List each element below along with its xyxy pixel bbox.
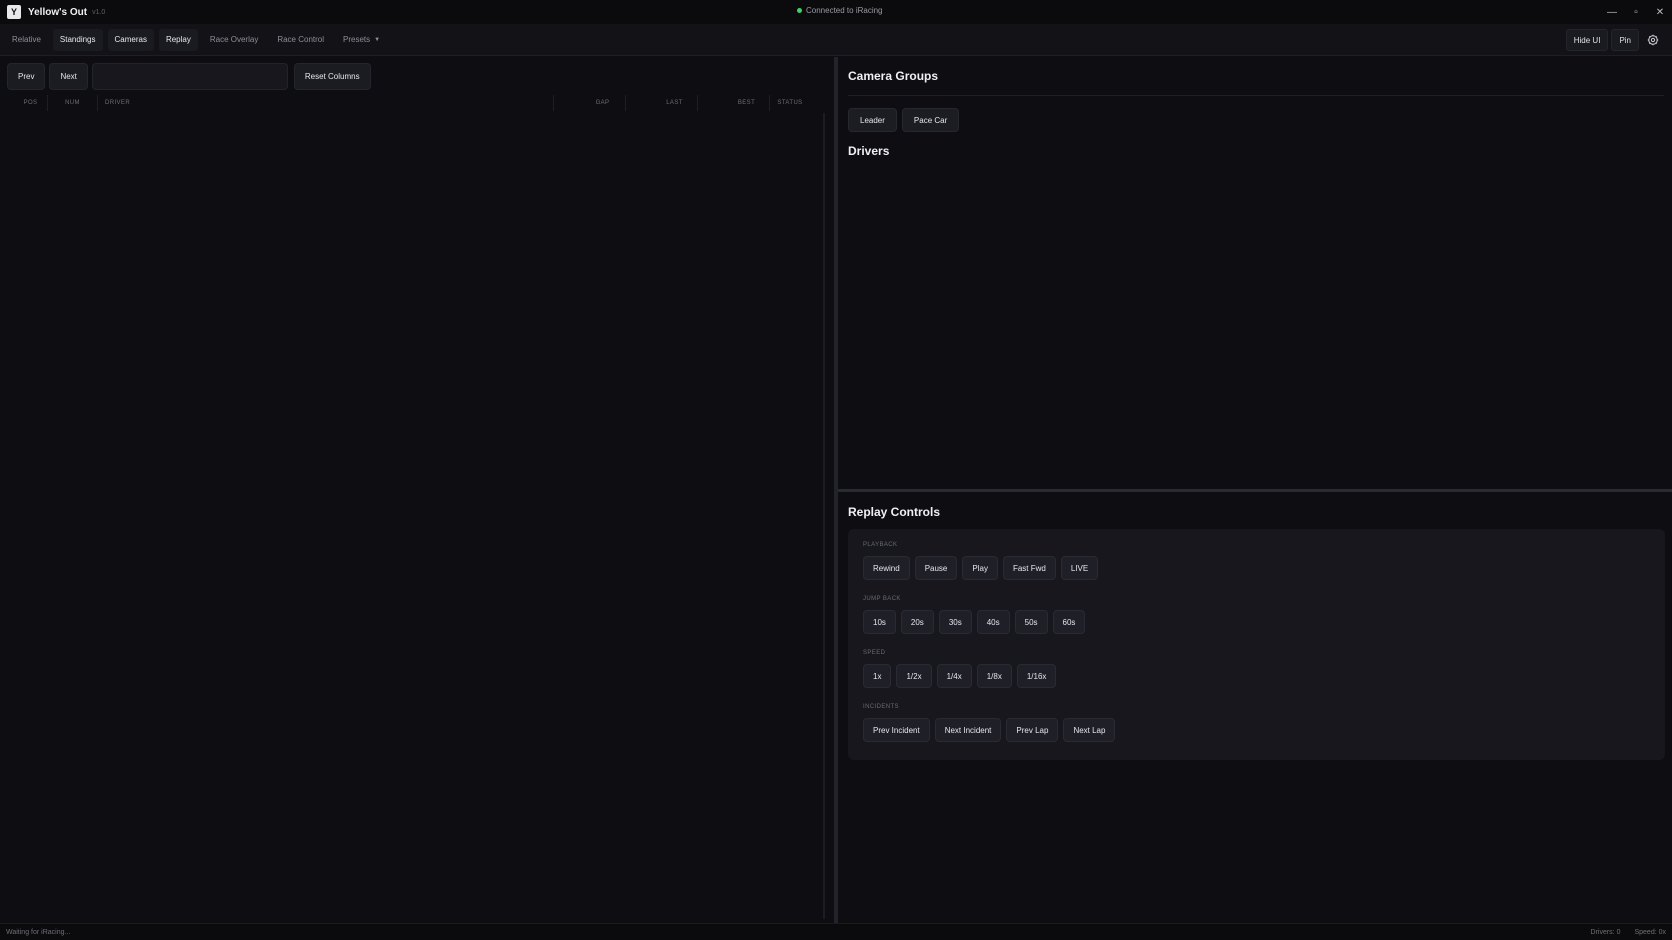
settings-button[interactable] [1642,29,1664,51]
camera-group-buttons: Leader Pace Car [848,108,964,132]
speed-readout: Speed: 0x [1634,928,1666,936]
prev-lap-button[interactable]: Prev Lap [1006,718,1059,742]
standings-header-row: POS NUM DRIVER GAP LAST BEST STATUS [0,95,810,111]
rewind-button[interactable]: Rewind [863,556,910,580]
jump-60s-button[interactable]: 60s [1052,610,1086,634]
title-bar: Y Yellow's Out v1.0 Connected to iRacing… [0,0,1672,24]
column-header-driver[interactable]: DRIVER [98,95,554,111]
replay-controls-title: Replay Controls [848,505,941,519]
tab-cameras[interactable]: Cameras [107,28,154,51]
window-controls: — ▫ ✕ [1600,0,1672,24]
tab-label: Race Control [277,35,325,44]
status-right: Drivers: 0 Speed: 0x [1577,929,1666,936]
tab-label: Race Overlay [209,35,259,44]
chevron-down-icon: ▼ [374,36,381,43]
jump-50s-button[interactable]: 50s [1014,610,1048,634]
jump-30s-button[interactable]: 30s [938,610,972,634]
drivers-title: Drivers [848,144,890,158]
camera-group-leader-button[interactable]: Leader [848,108,897,132]
app-version: v1.0 [92,8,106,16]
speed-group: SPEED 1x 1/2x 1/4x 1/8x 1/16x [863,650,1061,688]
next-button[interactable]: Next [49,63,88,90]
standings-toolbar: Prev Next Reset Columns [7,63,375,90]
incidents-group: INCIDENTS Prev Incident Next Incident Pr… [863,704,1120,742]
tab-replay[interactable]: Replay [158,28,198,51]
live-button[interactable]: LIVE [1060,556,1099,580]
fast-forward-button[interactable]: Fast Fwd [1002,556,1056,580]
app-logo-icon: Y [7,5,21,19]
standings-panel: Prev Next Reset Columns POS NUM DRIVER G… [0,57,834,923]
playback-group: PLAYBACK Rewind Pause Play Fast Fwd LIVE [863,542,1103,580]
column-header-gap[interactable]: GAP [554,95,626,111]
camera-group-pace-car-button[interactable]: Pace Car [901,108,960,132]
status-bar: Waiting for iRacing... Drivers: 0 Speed:… [0,923,1672,940]
tab-standings[interactable]: Standings [52,28,103,51]
column-header-status[interactable]: STATUS [770,95,810,111]
tab-presets[interactable]: Presets ▼ [336,29,387,51]
replay-controls-card: PLAYBACK Rewind Pause Play Fast Fwd LIVE… [848,529,1665,760]
tab-relative[interactable]: Relative [5,29,48,51]
standings-scrollbar[interactable] [823,113,825,919]
camera-groups-divider [848,95,1664,96]
replay-panel: Replay Controls PLAYBACK Rewind Pause Pl… [838,492,1672,923]
hide-ui-button[interactable]: Hide UI [1565,29,1609,51]
speed-quarter-button[interactable]: 1/4x [936,664,972,688]
cameras-panel: Camera Groups Leader Pace Car Drivers [838,57,1672,489]
speed-1x-button[interactable]: 1x [863,664,892,688]
maximize-button[interactable]: ▫ [1624,0,1648,24]
maximize-icon: ▫ [1634,6,1638,18]
pin-button[interactable]: Pin [1611,29,1639,51]
jump-40s-button[interactable]: 40s [976,610,1010,634]
jump-back-group: JUMP BACK 10s 20s 30s 40s 50s 60s [863,596,1090,634]
tab-race-overlay[interactable]: Race Overlay [203,29,265,51]
speed-sixteenth-button[interactable]: 1/16x [1016,664,1057,688]
speed-label: SPEED [863,650,886,656]
minimize-icon: — [1607,6,1617,18]
drivers-count: Drivers: 0 [1590,928,1621,936]
tab-label: Standings [59,35,96,44]
column-header-last[interactable]: LAST [626,95,698,111]
minimize-button[interactable]: — [1600,0,1624,24]
connection-status: Connected to iRacing [797,6,883,15]
app-title: Yellow's Out [28,6,88,18]
pause-button[interactable]: Pause [914,556,958,580]
next-lap-button[interactable]: Next Lap [1063,718,1116,742]
speed-half-button[interactable]: 1/2x [896,664,932,688]
next-incident-button[interactable]: Next Incident [934,718,1002,742]
prev-button[interactable]: Prev [7,63,46,90]
nav-actions: Hide UI Pin [1563,29,1664,51]
tab-label: Cameras [114,35,147,44]
play-button[interactable]: Play [962,556,998,580]
column-header-pos[interactable]: POS [0,95,48,111]
connection-label: Connected to iRacing [806,6,883,15]
close-icon: ✕ [1655,6,1665,18]
jump-10s-button[interactable]: 10s [863,610,896,634]
filter-input[interactable] [91,63,288,90]
tab-race-control[interactable]: Race Control [270,29,331,51]
column-header-best[interactable]: BEST [698,95,770,111]
jump-back-label: JUMP BACK [863,596,901,602]
status-message: Waiting for iRacing... [6,928,71,936]
tab-label: Relative [12,35,41,44]
column-header-num[interactable]: NUM [48,95,98,111]
prev-incident-button[interactable]: Prev Incident [863,718,930,742]
incidents-label: INCIDENTS [863,704,899,710]
gear-icon [1647,34,1659,46]
reset-columns-button[interactable]: Reset Columns [293,63,371,90]
camera-groups-title: Camera Groups [848,69,939,83]
close-button[interactable]: ✕ [1648,0,1672,24]
connection-dot-icon [797,8,802,13]
playback-label: PLAYBACK [863,542,898,548]
speed-eighth-button[interactable]: 1/8x [976,664,1012,688]
jump-20s-button[interactable]: 20s [900,610,934,634]
nav-bar: Relative Standings Cameras Replay Race O… [0,24,1672,56]
tab-label: Replay [165,35,191,44]
tab-label: Presets [343,35,371,44]
